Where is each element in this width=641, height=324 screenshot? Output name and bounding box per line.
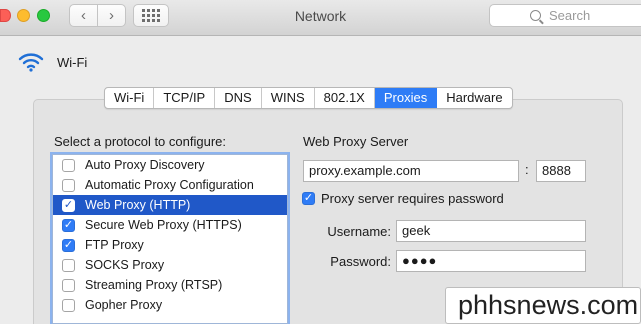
secure-web-proxy-https-checkbox[interactable]: ✓ [62,218,75,232]
web-proxy-http-checkbox[interactable]: ✓ [62,198,75,212]
username-label: Username: [327,224,391,239]
socks-proxy-checkbox[interactable] [62,258,75,272]
wifi-icon [18,53,44,72]
tab-dns[interactable]: DNS [215,88,262,108]
checkmark-icon: ✓ [63,238,74,251]
password-field[interactable]: ●●●● [396,250,586,272]
protocol-label: Streaming Proxy (RTSP) [85,278,223,292]
search-field[interactable]: Search [489,4,641,27]
checkmark-icon: ✓ [63,198,74,211]
protocol-item-secure-web-proxy-https[interactable]: ✓ Secure Web Proxy (HTTPS) [53,215,287,235]
tab-hardware[interactable]: Hardware [437,88,511,108]
auto-proxy-discovery-checkbox[interactable] [62,158,75,172]
title-bar: ‹ › Network Search [0,0,641,36]
protocol-label: FTP Proxy [85,238,144,252]
protocol-item-gopher-proxy[interactable]: Gopher Proxy [53,295,287,315]
interface-name: Wi-Fi [57,55,88,70]
proxy-port-field[interactable]: 8888 [536,160,586,182]
watermark: phhsnews.com [445,287,641,324]
protocol-label: Secure Web Proxy (HTTPS) [85,218,242,232]
protocol-list-heading: Select a protocol to configure: [54,134,226,149]
protocol-label: SOCKS Proxy [85,258,165,272]
automatic-proxy-configuration-checkbox[interactable] [62,178,75,192]
requires-password-checkbox[interactable]: ✓ [302,192,315,205]
protocol-label: Auto Proxy Discovery [85,158,205,172]
protocol-item-ftp-proxy[interactable]: ✓ FTP Proxy [53,235,287,255]
search-placeholder: Search [549,8,591,23]
protocol-item-auto-proxy-discovery[interactable]: Auto Proxy Discovery [53,155,287,175]
protocol-label: Gopher Proxy [85,298,163,312]
tab-wins[interactable]: WINS [262,88,315,108]
port-separator: : [525,162,529,177]
gopher-proxy-checkbox[interactable] [62,298,75,312]
protocol-item-streaming-proxy-rtsp[interactable]: Streaming Proxy (RTSP) [53,275,287,295]
protocol-item-automatic-proxy-configuration[interactable]: Automatic Proxy Configuration [53,175,287,195]
username-field[interactable]: geek [396,220,586,242]
web-proxy-server-heading: Web Proxy Server [303,134,409,149]
checkmark-icon: ✓ [63,218,74,231]
search-icon [530,10,541,21]
protocol-item-web-proxy-http[interactable]: ✓ Web Proxy (HTTP) [53,195,287,215]
protocol-label: Web Proxy (HTTP) [85,198,191,212]
tab-proxies[interactable]: Proxies [374,88,438,108]
tab-8021x[interactable]: 802.1X [315,88,375,108]
protocol-item-socks-proxy[interactable]: SOCKS Proxy [53,255,287,275]
streaming-proxy-rtsp-checkbox[interactable] [62,278,75,292]
ftp-proxy-checkbox[interactable]: ✓ [62,238,75,252]
protocol-label: Automatic Proxy Configuration [85,178,254,192]
tab-wifi[interactable]: Wi-Fi [105,88,155,108]
protocol-list[interactable]: Auto Proxy Discovery Automatic Proxy Con… [52,154,288,324]
proxy-server-field[interactable]: proxy.example.com [303,160,519,182]
tab-tcpip[interactable]: TCP/IP [154,88,216,108]
requires-password-label: Proxy server requires password [321,191,504,206]
checkmark-icon: ✓ [303,192,314,204]
requires-password-option[interactable]: ✓ Proxy server requires password [302,191,504,206]
tab-bar: Wi-Fi TCP/IP DNS WINS 802.1X Proxies Har… [104,87,513,109]
password-label: Password: [330,254,391,269]
